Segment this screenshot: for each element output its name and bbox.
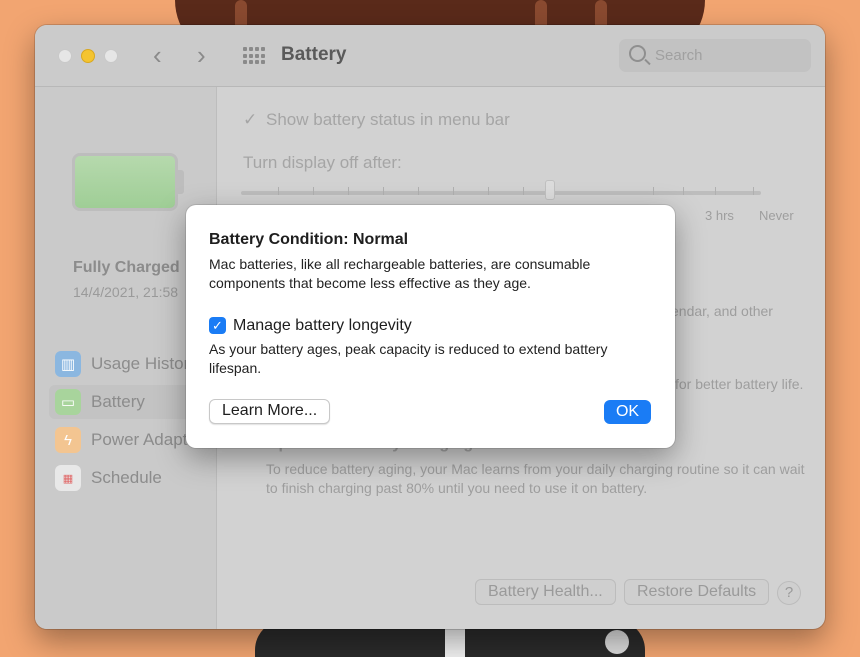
charge-date: 14/4/2021, 21:58 <box>73 284 179 300</box>
minimize-button[interactable] <box>81 49 95 63</box>
manage-longevity-description: As your battery ages, peak capacity is r… <box>209 341 608 376</box>
partial-text-2: for better battery life. <box>675 376 804 392</box>
sidebar-item-schedule[interactable]: ▦ Schedule <box>49 461 219 495</box>
learn-more-button[interactable]: Learn More... <box>209 399 331 424</box>
battery-condition-dialog: Battery Condition: Normal Mac batteries,… <box>186 205 675 448</box>
slider-label-3hrs: 3 hrs <box>705 208 734 223</box>
show-status-checkbox[interactable]: ✓ <box>243 110 257 130</box>
show-all-grid-icon[interactable] <box>243 47 265 65</box>
manage-longevity-label[interactable]: Manage battery longevity <box>233 317 412 335</box>
charge-status: Fully Charged <box>73 259 180 276</box>
sidebar-item-label: Schedule <box>91 468 162 487</box>
battery-icon: ▭ <box>55 389 81 415</box>
close-button[interactable] <box>58 49 72 63</box>
restore-defaults-button[interactable]: Restore Defaults <box>624 579 770 605</box>
sidebar-item-label: Usage History <box>91 354 198 373</box>
slider-label-never: Never <box>759 208 794 223</box>
dialog-heading: Battery Condition: Normal <box>209 231 409 248</box>
optimized-charging-description: To reduce battery aging, your Mac learns… <box>266 461 805 496</box>
slider-knob[interactable] <box>545 180 555 200</box>
calendar-icon: ▦ <box>55 465 81 491</box>
partial-text-1: endar, and other <box>671 303 773 319</box>
forward-chevron-icon[interactable]: › <box>197 42 206 68</box>
window-title: Battery <box>281 44 347 65</box>
ok-button[interactable]: OK <box>604 400 651 424</box>
show-status-label: Show battery status in menu bar <box>266 110 510 129</box>
battery-level-icon <box>72 153 178 211</box>
back-chevron-icon[interactable]: ‹ <box>153 42 162 68</box>
display-off-label: Turn display off after: <box>243 153 402 172</box>
search-icon <box>629 45 646 62</box>
search-placeholder: Search <box>655 47 703 64</box>
zoom-button[interactable] <box>104 49 118 63</box>
manage-longevity-checkbox[interactable]: ✓ <box>209 317 226 334</box>
sidebar-item-label: Battery <box>91 392 145 411</box>
search-field[interactable]: Search <box>619 39 811 72</box>
title-bar: ‹ › Battery Search <box>35 25 825 87</box>
battery-health-button[interactable]: Battery Health... <box>475 579 616 605</box>
dialog-description: Mac batteries, like all rechargeable bat… <box>209 256 591 291</box>
bar-chart-icon: ▥ <box>55 351 81 377</box>
battery-tip <box>178 170 184 194</box>
lightning-icon: ϟ <box>55 427 81 453</box>
help-button[interactable]: ? <box>777 581 801 605</box>
